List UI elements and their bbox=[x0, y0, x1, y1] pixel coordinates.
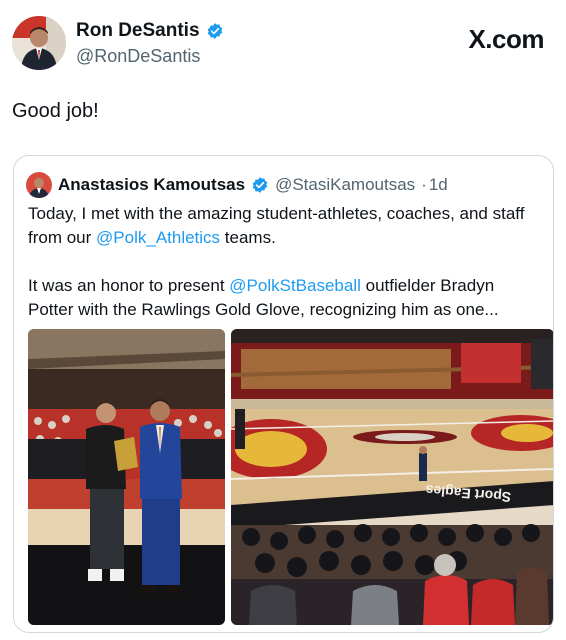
quoted-author-handle[interactable]: @StasiKamoutsas bbox=[275, 175, 415, 195]
post-header: Ron DeSantis @RonDeSantis X.com bbox=[12, 16, 554, 72]
author-handle[interactable]: @RonDeSantis bbox=[76, 46, 224, 67]
mention-link-polkstbaseball[interactable]: @PolkStBaseball bbox=[229, 276, 361, 295]
verified-badge-icon bbox=[207, 23, 222, 39]
mention-link-polk-athletics[interactable]: @Polk_Athletics bbox=[96, 228, 220, 247]
text-span: It was an honor to present bbox=[28, 276, 230, 295]
photo-gymnasium-team[interactable]: Sport Eagles bbox=[231, 329, 553, 625]
separator-dot: · bbox=[421, 175, 427, 194]
quoted-author-name[interactable]: Anastasios Kamoutsas bbox=[58, 175, 245, 195]
quoted-paragraph-1: Today, I met with the amazing student-at… bbox=[28, 202, 544, 250]
post-text: Good job! bbox=[12, 100, 99, 122]
verified-badge-icon bbox=[252, 177, 268, 193]
author-avatar[interactable] bbox=[12, 16, 66, 70]
x-logo: X.com bbox=[468, 24, 544, 54]
author-name[interactable]: Ron DeSantis bbox=[76, 20, 200, 42]
quoted-header: Anastasios Kamoutsas @StasiKamoutsas · 1… bbox=[26, 172, 448, 198]
quoted-post[interactable]: Anastasios Kamoutsas @StasiKamoutsas · 1… bbox=[13, 155, 554, 633]
author-name-block: Ron DeSantis @RonDeSantis bbox=[76, 20, 224, 67]
post-time[interactable]: 1d bbox=[429, 175, 448, 195]
quoted-text: Today, I met with the amazing student-at… bbox=[28, 202, 544, 346]
quoted-avatar[interactable] bbox=[26, 172, 52, 198]
quoted-paragraph-2: It was an honor to present @PolkStBaseba… bbox=[28, 274, 544, 322]
photo-award-presentation[interactable] bbox=[28, 329, 225, 625]
media-grid: Sport Eagles bbox=[28, 329, 553, 625]
text-span: teams. bbox=[220, 228, 276, 247]
